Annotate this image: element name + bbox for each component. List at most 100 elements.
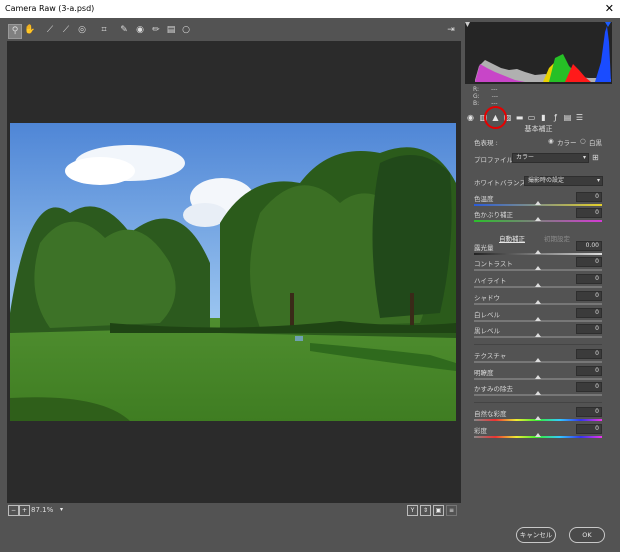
calibration-tab-icon[interactable]: ▤ bbox=[563, 113, 572, 122]
zoom-out-icon[interactable]: − bbox=[8, 505, 19, 516]
shadows-value[interactable]: 0 bbox=[576, 291, 602, 301]
brush-tool-icon[interactable]: ✏ bbox=[150, 24, 162, 37]
basic-tab-circle-icon[interactable]: ◉ bbox=[466, 113, 475, 122]
tint-slider[interactable] bbox=[474, 217, 602, 222]
spot-removal-tool-icon[interactable]: ✎ bbox=[118, 24, 130, 37]
treatment-bw-option[interactable]: 白黒 bbox=[589, 137, 602, 147]
shadow-clipping-icon bbox=[465, 22, 470, 27]
saturation-slider-thumb[interactable] bbox=[535, 433, 541, 437]
whites-value[interactable]: 0 bbox=[576, 308, 602, 318]
highlights-slider[interactable] bbox=[474, 283, 602, 288]
tint-label: 色かぶり補正 bbox=[474, 211, 513, 219]
clarity-slider-thumb[interactable] bbox=[535, 375, 541, 379]
radial-filter-icon[interactable]: ○ bbox=[180, 24, 192, 37]
vibrance-value[interactable]: 0 bbox=[576, 407, 602, 417]
exposure-label: 露光量 bbox=[474, 244, 494, 252]
saturation-slider[interactable] bbox=[474, 433, 602, 438]
ok-button[interactable]: OK bbox=[569, 527, 605, 543]
split-toning-tab-icon[interactable]: ▭ bbox=[527, 113, 536, 122]
preview-toggle-icon[interactable]: ≡ bbox=[446, 505, 457, 516]
dehaze-slider[interactable] bbox=[474, 391, 602, 396]
highlights-label: ハイライト bbox=[474, 277, 507, 285]
copy-settings-icon[interactable]: ▣ bbox=[433, 505, 444, 516]
dehaze-slider-thumb[interactable] bbox=[535, 391, 541, 395]
close-icon[interactable]: ✕ bbox=[605, 2, 614, 15]
profile-dropdown[interactable]: カラー ▾ bbox=[512, 153, 589, 163]
lens-tab-icon[interactable]: ▮ bbox=[539, 113, 548, 122]
white-balance-row: ホワイトバランス : 撮影時の設定 ▾ bbox=[474, 176, 603, 187]
red-eye-tool-icon[interactable]: ◉ bbox=[134, 24, 146, 37]
presets-tab-icon[interactable]: ☰ bbox=[575, 113, 584, 122]
texture-slider-thumb[interactable] bbox=[535, 358, 541, 362]
window-title: Camera Raw (3-a.psd) bbox=[5, 4, 95, 13]
image-preview-area[interactable] bbox=[7, 41, 461, 503]
saturation-value[interactable]: 0 bbox=[576, 424, 602, 434]
vibrance-slider[interactable] bbox=[474, 416, 602, 421]
blacks-label: 黒レベル bbox=[474, 327, 500, 335]
chevron-down-icon[interactable]: ▾ bbox=[57, 505, 66, 514]
rgb-readout: R: --- G: --- B: --- bbox=[473, 86, 533, 107]
photo-preview bbox=[10, 123, 456, 421]
temperature-slider[interactable] bbox=[474, 201, 602, 206]
chevron-down-icon: ▾ bbox=[582, 154, 586, 161]
swap-settings-icon[interactable]: ⇕ bbox=[420, 505, 431, 516]
contrast-label: コントラスト bbox=[474, 260, 513, 268]
clarity-slider[interactable] bbox=[474, 375, 602, 380]
toolbar: ⚲ ✋ ⟋ ⟋ ◎ ⌗ ✎ ◉ ✏ ▤ ○ ⇥ bbox=[8, 22, 461, 40]
histogram-graph bbox=[465, 22, 611, 82]
temperature-slider-thumb[interactable] bbox=[535, 201, 541, 205]
vibrance-slider-thumb[interactable] bbox=[535, 416, 541, 420]
highlights-value[interactable]: 0 bbox=[576, 274, 602, 284]
contrast-value[interactable]: 0 bbox=[576, 257, 602, 267]
effects-tab-icon[interactable]: ƒ bbox=[551, 113, 560, 122]
blacks-slider[interactable] bbox=[474, 333, 602, 338]
white-balance-value: 撮影時の設定 bbox=[528, 177, 565, 184]
texture-label: テクスチャ bbox=[474, 352, 507, 360]
graduated-filter-icon[interactable]: ▤ bbox=[165, 24, 177, 37]
white-balance-tool-icon[interactable]: ⟋ bbox=[44, 24, 56, 37]
temperature-value[interactable]: 0 bbox=[576, 192, 602, 202]
temperature-label: 色温度 bbox=[474, 195, 494, 203]
hand-tool-icon[interactable]: ✋ bbox=[24, 24, 36, 37]
dehaze-label: かすみの除去 bbox=[474, 385, 513, 393]
zoom-level[interactable]: 87.1% bbox=[31, 506, 53, 514]
tint-slider-thumb[interactable] bbox=[535, 217, 541, 221]
shadows-label: シャドウ bbox=[474, 294, 500, 302]
treatment-color-option[interactable]: カラー bbox=[557, 137, 577, 147]
hsl-tab-icon[interactable]: ▬ bbox=[515, 113, 524, 122]
shadows-slider[interactable] bbox=[474, 300, 602, 305]
exposure-slider[interactable] bbox=[474, 250, 602, 255]
camera-raw-window: Camera Raw (3-a.psd) ✕ ⚲ ✋ ⟋ ⟋ ◎ ⌗ ✎ ◉ ✏… bbox=[0, 0, 620, 552]
status-bar: − + 87.1% ▾ Y ⇕ ▣ ≡ bbox=[7, 503, 461, 517]
before-after-toggle-icon[interactable]: Y bbox=[407, 505, 418, 516]
blacks-slider-thumb[interactable] bbox=[535, 333, 541, 337]
radio-bw-icon[interactable]: ○ bbox=[580, 137, 586, 145]
targeted-adjustment-tool-icon[interactable]: ◎ bbox=[76, 24, 88, 37]
texture-slider[interactable] bbox=[474, 358, 602, 363]
cancel-button[interactable]: キャンセル bbox=[516, 527, 556, 543]
radio-color-icon[interactable]: ◉ bbox=[548, 137, 554, 145]
open-preferences-icon[interactable]: ⇥ bbox=[445, 24, 457, 37]
clarity-value[interactable]: 0 bbox=[576, 366, 602, 376]
highlights-slider-thumb[interactable] bbox=[535, 283, 541, 287]
exposure-slider-thumb[interactable] bbox=[535, 250, 541, 254]
tint-value[interactable]: 0 bbox=[576, 208, 602, 218]
zoom-tool-icon[interactable]: ⚲ bbox=[8, 24, 22, 39]
color-sampler-tool-icon[interactable]: ⟋ bbox=[60, 24, 72, 37]
profile-browser-grid-icon[interactable]: ⊞ bbox=[592, 153, 599, 162]
dehaze-value[interactable]: 0 bbox=[576, 382, 602, 392]
vibrance-label: 自然な彩度 bbox=[474, 410, 507, 418]
crop-tool-icon[interactable]: ⌗ bbox=[98, 24, 110, 37]
contrast-slider[interactable] bbox=[474, 266, 602, 271]
whites-slider[interactable] bbox=[474, 317, 602, 322]
zoom-in-icon[interactable]: + bbox=[19, 505, 30, 516]
contrast-slider-thumb[interactable] bbox=[535, 266, 541, 270]
texture-value[interactable]: 0 bbox=[576, 349, 602, 359]
blacks-value[interactable]: 0 bbox=[576, 324, 602, 334]
white-balance-dropdown[interactable]: 撮影時の設定 ▾ bbox=[524, 176, 603, 186]
shadows-slider-thumb[interactable] bbox=[535, 300, 541, 304]
divider bbox=[474, 402, 602, 403]
g-value: --- bbox=[491, 93, 499, 100]
whites-slider-thumb[interactable] bbox=[535, 317, 541, 321]
exposure-value[interactable]: 0.00 bbox=[576, 241, 602, 251]
